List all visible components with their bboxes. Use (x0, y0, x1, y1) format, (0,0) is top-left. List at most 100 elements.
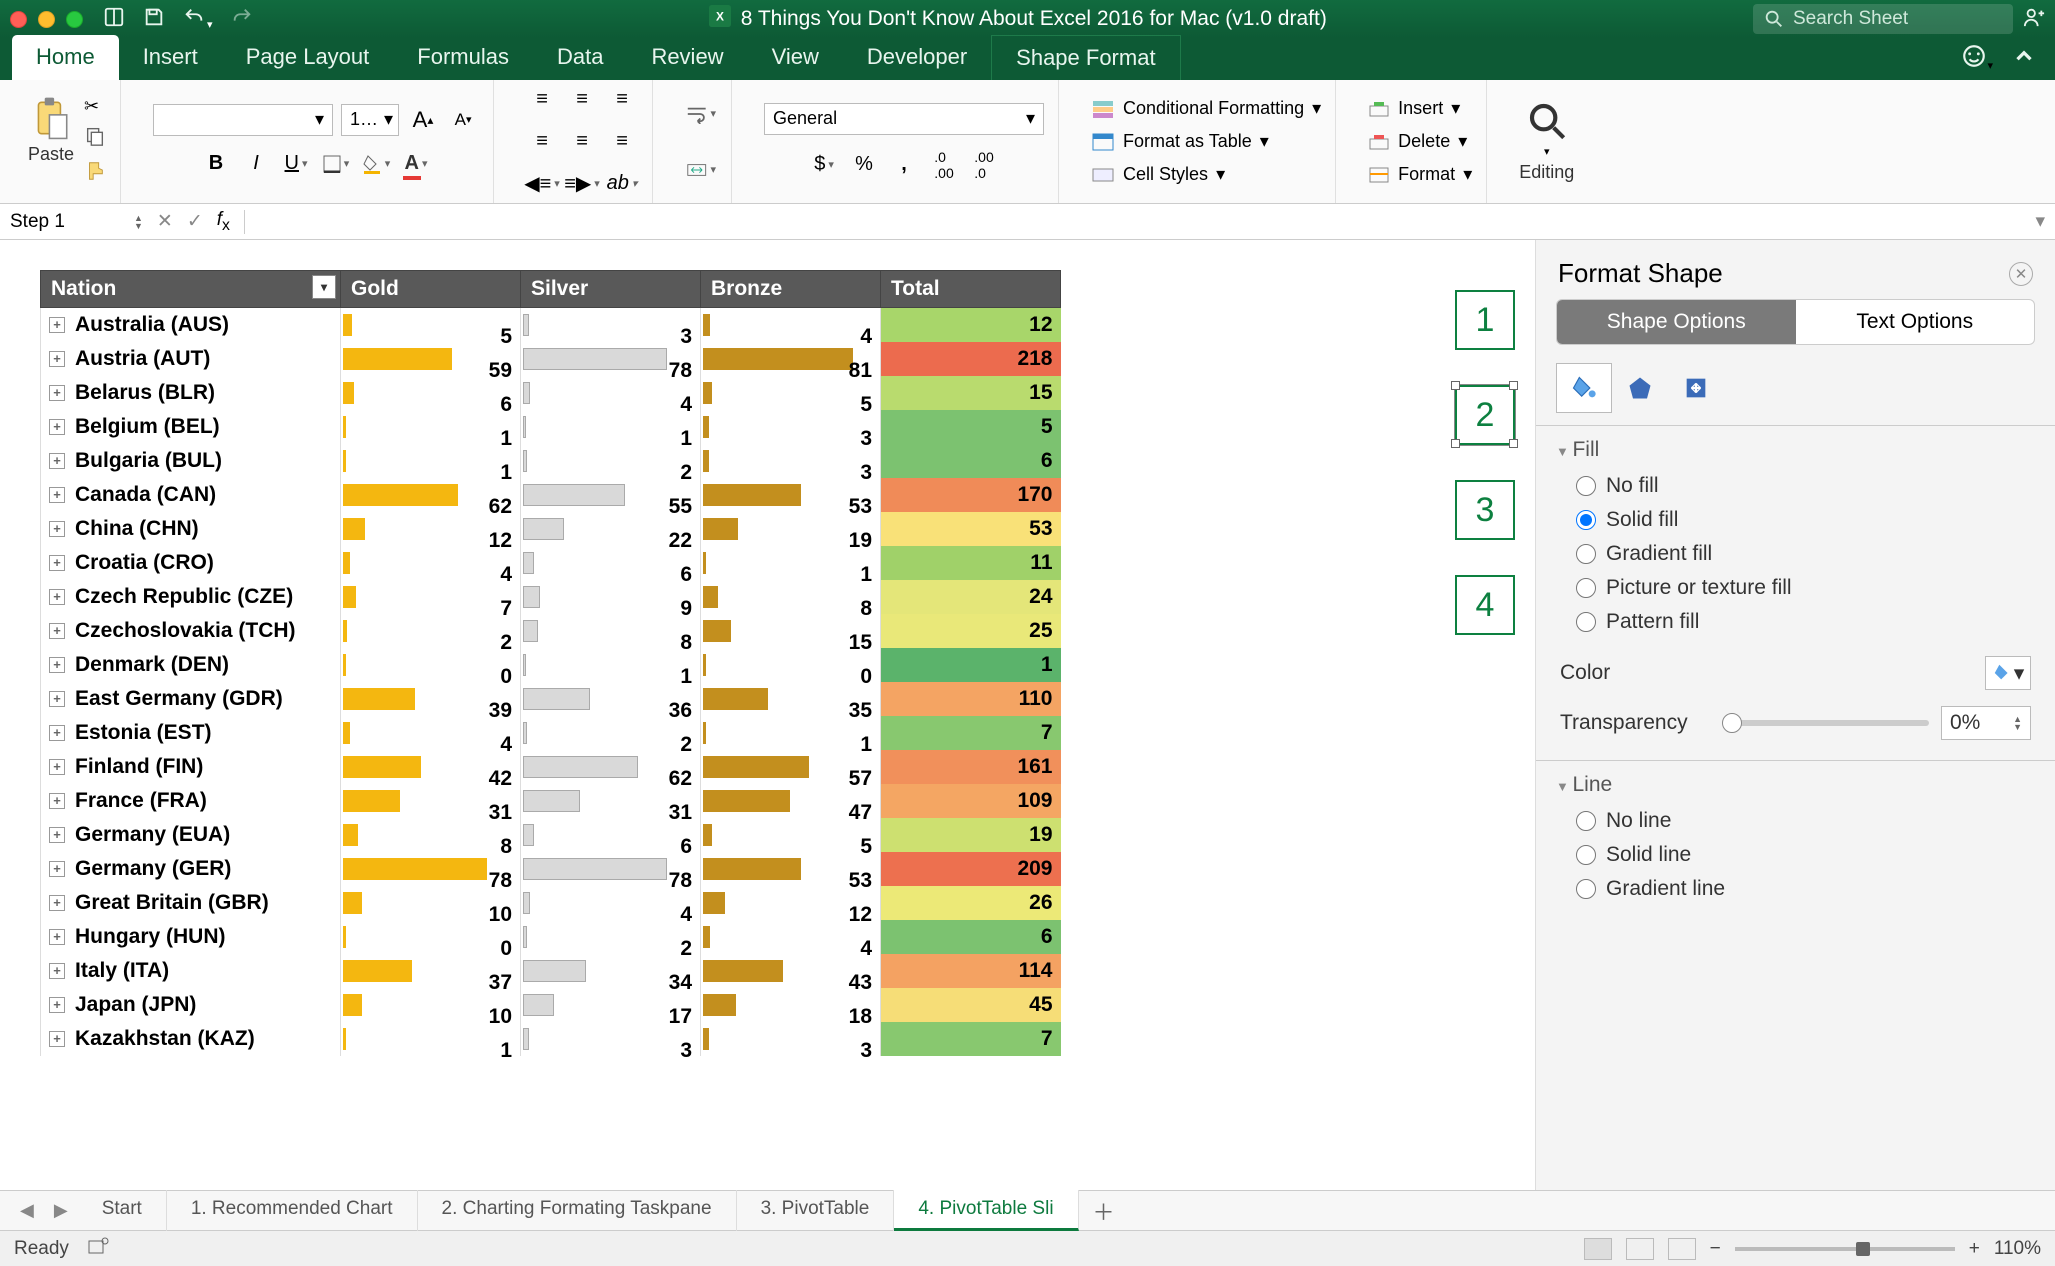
cut-icon[interactable]: ✂ (84, 96, 106, 117)
redo-icon[interactable] (231, 6, 253, 33)
minimize-window-icon[interactable] (38, 11, 55, 28)
ribbon-tab-shape-format[interactable]: Shape Format (991, 35, 1180, 80)
fill-option-no-fill[interactable]: No fill (1576, 474, 2035, 498)
table-row[interactable]: +Finland (FIN)426257161 (41, 750, 1061, 784)
paste-button[interactable]: Paste (28, 96, 74, 165)
zoom-out-icon[interactable]: − (1710, 1238, 1721, 1260)
pivot-table[interactable]: Nation▾GoldSilverBronzeTotal +Australia … (40, 270, 1061, 1056)
line-option-gradient-line[interactable]: Gradient line (1576, 877, 2035, 901)
transparency-slider[interactable] (1722, 720, 1929, 726)
expand-icon[interactable]: + (49, 759, 65, 775)
save-icon[interactable] (143, 6, 165, 33)
comma-icon[interactable]: , (888, 149, 920, 181)
close-pane-icon[interactable]: ✕ (2009, 262, 2033, 286)
collapse-ribbon-icon[interactable] (2011, 43, 2037, 74)
table-row[interactable]: +Estonia (EST)4217 (41, 716, 1061, 750)
table-row[interactable]: +Great Britain (GBR)1041226 (41, 886, 1061, 920)
sheet-tab[interactable]: 2. Charting Formating Taskpane (418, 1190, 737, 1231)
sheet-nav-prev-icon[interactable]: ◀ (10, 1200, 44, 1221)
expand-icon[interactable]: + (49, 861, 65, 877)
zoom-level[interactable]: 110% (1994, 1238, 2041, 1260)
fill-color-icon[interactable] (360, 148, 392, 180)
font-color-icon[interactable]: A (400, 148, 432, 180)
conditional-formatting-button[interactable]: Conditional Formatting ▾ (1091, 98, 1321, 119)
font-size-combo[interactable]: 1…▾ (341, 104, 399, 136)
underline-button[interactable]: U (280, 148, 312, 180)
orientation-icon[interactable]: ab (606, 168, 638, 200)
line-option-solid-line[interactable]: Solid line (1576, 843, 2035, 867)
increase-decimal-icon[interactable]: .0.00 (928, 149, 960, 181)
table-row[interactable]: +Japan (JPN)10171845 (41, 988, 1061, 1022)
worksheet-area[interactable]: Nation▾GoldSilverBronzeTotal +Australia … (0, 240, 1535, 1190)
fill-section-header[interactable]: Fill (1536, 426, 2055, 474)
table-row[interactable]: +East Germany (GDR)393635110 (41, 682, 1061, 716)
insert-cells-button[interactable]: Insert ▾ (1368, 98, 1460, 119)
table-row[interactable]: +Belgium (BEL)1135 (41, 410, 1061, 444)
expand-icon[interactable]: + (49, 589, 65, 605)
expand-icon[interactable]: + (49, 793, 65, 809)
feedback-icon[interactable]: ▾ (1961, 43, 1993, 74)
decrease-decimal-icon[interactable]: .00.0 (968, 149, 1000, 181)
fx-icon[interactable]: fx (217, 209, 230, 235)
expand-formula-bar-icon[interactable]: ▾ (2035, 210, 2045, 233)
expand-icon[interactable]: + (49, 385, 65, 401)
align-top-icon[interactable]: ≡ (526, 84, 558, 116)
expand-icon[interactable]: + (49, 487, 65, 503)
undo-icon[interactable]: ▾ (183, 6, 213, 33)
align-middle-icon[interactable]: ≡ (566, 84, 598, 116)
normal-view-icon[interactable] (1584, 1238, 1612, 1260)
decrease-font-icon[interactable]: A▾ (447, 104, 479, 136)
ribbon-tab-home[interactable]: Home (12, 35, 119, 80)
table-row[interactable]: +Australia (AUS)53412 (41, 308, 1061, 342)
bold-button[interactable]: B (200, 148, 232, 180)
table-row[interactable]: +Czech Republic (CZE)79824 (41, 580, 1061, 614)
ribbon-tab-insert[interactable]: Insert (119, 35, 222, 80)
expand-icon[interactable]: + (49, 827, 65, 843)
fill-color-picker[interactable]: ▾ (1985, 656, 2031, 690)
zoom-slider[interactable] (1735, 1247, 1955, 1251)
macro-record-icon[interactable] (87, 1237, 109, 1261)
sheet-tab[interactable]: Start (78, 1190, 167, 1231)
wrap-text-icon[interactable] (685, 98, 717, 130)
fill-line-category-icon[interactable] (1556, 363, 1612, 413)
effects-category-icon[interactable] (1612, 363, 1668, 413)
sheet-tab[interactable]: 1. Recommended Chart (167, 1190, 418, 1231)
step-shape-4[interactable]: 4 (1455, 575, 1515, 635)
close-window-icon[interactable] (10, 11, 27, 28)
expand-icon[interactable]: + (49, 453, 65, 469)
expand-icon[interactable]: + (49, 725, 65, 741)
sheet-nav-next-icon[interactable]: ▶ (44, 1200, 78, 1221)
align-right-icon[interactable]: ≡ (606, 126, 638, 158)
font-name-combo[interactable]: ▾ (153, 104, 333, 136)
fill-option-pattern-fill[interactable]: Pattern fill (1576, 610, 2035, 634)
step-shape-3[interactable]: 3 (1455, 480, 1515, 540)
ribbon-tab-data[interactable]: Data (533, 35, 627, 80)
expand-icon[interactable]: + (49, 317, 65, 333)
table-row[interactable]: +Germany (GER)787853209 (41, 852, 1061, 886)
sheet-tab[interactable]: 4. PivotTable Sli (894, 1190, 1078, 1231)
ribbon-tab-page-layout[interactable]: Page Layout (222, 35, 394, 80)
expand-icon[interactable]: + (49, 997, 65, 1013)
expand-icon[interactable]: + (49, 963, 65, 979)
search-sheet-box[interactable]: Search Sheet (1753, 4, 2013, 34)
size-properties-category-icon[interactable] (1668, 363, 1724, 413)
align-left-icon[interactable]: ≡ (526, 126, 558, 158)
expand-icon[interactable]: + (49, 351, 65, 367)
table-row[interactable]: +Bulgaria (BUL)1236 (41, 444, 1061, 478)
fill-option-picture-or-texture-fill[interactable]: Picture or texture fill (1576, 576, 2035, 600)
expand-icon[interactable]: + (49, 1031, 65, 1047)
zoom-window-icon[interactable] (66, 11, 83, 28)
table-row[interactable]: +Czechoslovakia (TCH)281525 (41, 614, 1061, 648)
column-header-total[interactable]: Total (881, 271, 1061, 308)
find-select-button[interactable]: ▾ (1527, 101, 1567, 158)
cancel-formula-icon[interactable]: ✕ (157, 210, 173, 233)
table-row[interactable]: +Croatia (CRO)46111 (41, 546, 1061, 580)
add-sheet-button[interactable]: ＋ (1079, 1189, 1129, 1233)
page-break-view-icon[interactable] (1668, 1238, 1696, 1260)
sheet-tab[interactable]: 3. PivotTable (737, 1190, 895, 1231)
text-options-tab[interactable]: Text Options (1796, 300, 2035, 344)
step-shape-2[interactable]: 2 (1455, 385, 1515, 445)
table-row[interactable]: +Belarus (BLR)64515 (41, 376, 1061, 410)
fill-option-solid-fill[interactable]: Solid fill (1576, 508, 2035, 532)
table-row[interactable]: +Kazakhstan (KAZ)1337 (41, 1022, 1061, 1056)
